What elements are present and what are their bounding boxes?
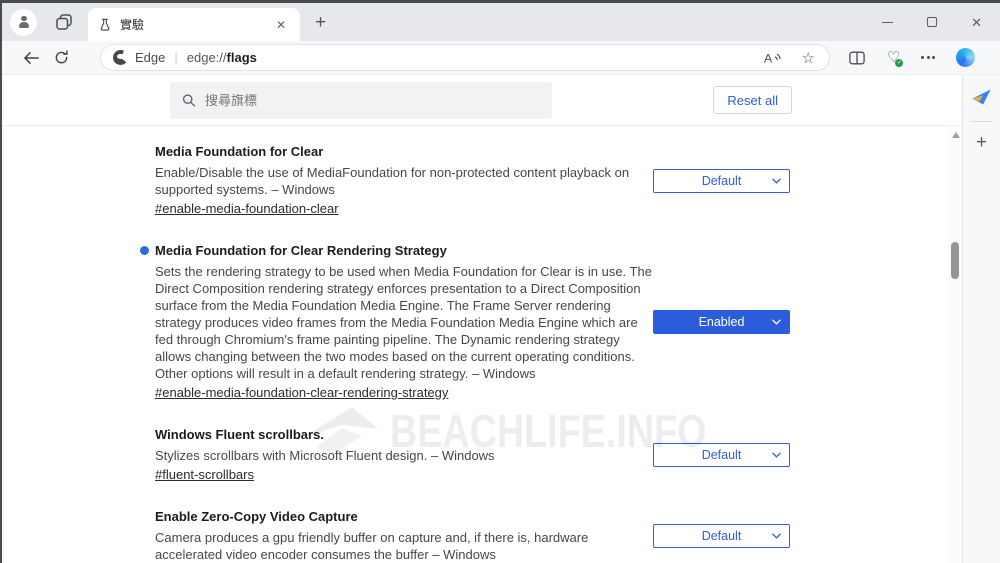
flag-row: Enable Zero-Copy Video Capture Camera pr… [155,508,790,563]
back-arrow-icon [23,51,40,65]
scroll-up-arrow-icon[interactable] [952,132,960,138]
maximize-button[interactable] [927,17,937,27]
flag-control: Enabled [653,310,790,334]
flask-icon [98,18,112,32]
url-host: flags [227,50,257,65]
essentials-check-badge: ✓ [895,59,903,67]
workspaces-button[interactable] [54,12,74,32]
flag-info: Media Foundation for Clear Enable/Disabl… [155,143,652,218]
flag-description: Camera produces a gpu friendly buffer on… [155,529,652,563]
dropdown-value: Default [702,174,742,188]
window-controls: ✕ [882,16,982,29]
flag-permalink[interactable]: #fluent-scrollbars [155,467,254,482]
read-aloud-icon[interactable]: A [764,51,782,65]
flag-row: Media Foundation for Clear Enable/Disabl… [155,143,790,218]
tab-strip: 實驗 ✕ + ✕ [2,3,1000,41]
reset-all-button[interactable]: Reset all [713,86,792,114]
refresh-icon [54,50,69,65]
flag-permalink[interactable]: #enable-media-foundation-clear-rendering… [155,385,448,400]
browser-window: 實驗 ✕ + ✕ Edge | edge:// flags [0,0,1000,563]
flags-list: Media Foundation for Clear Enable/Disabl… [2,126,962,563]
copilot-icon[interactable] [956,48,975,67]
sidebar-add-button[interactable]: + [976,133,987,152]
tab-close-icon[interactable]: ✕ [272,16,290,34]
workspaces-icon [54,12,74,32]
flag-description: Enable/Disable the use of MediaFoundatio… [155,164,652,198]
url-separator: | [174,50,177,65]
flag-info: Enable Zero-Copy Video Capture Camera pr… [155,508,652,563]
flag-value-dropdown[interactable]: Default [653,524,790,548]
flags-page: Reset all Media Foundation for Clear Ena… [2,75,962,563]
minimize-button[interactable] [882,22,893,23]
browser-essentials-icon[interactable]: ♡✓ [887,50,900,65]
tab-experiments[interactable]: 實驗 ✕ [88,8,300,41]
flag-title: Windows Fluent scrollbars. [155,426,652,443]
sidebar-divider [971,121,993,122]
page-scrollbar[interactable] [949,127,962,563]
split-screen-icon[interactable] [848,50,866,66]
chevron-down-icon [772,319,781,325]
dropdown-value: Enabled [699,315,745,329]
flag-value-dropdown[interactable]: Enabled [653,310,790,334]
chevron-down-icon [772,533,781,539]
flag-title: Media Foundation for Clear Rendering Str… [155,242,652,259]
flag-row: Media Foundation for Clear Rendering Str… [155,242,790,402]
window-close-button[interactable]: ✕ [971,16,982,29]
flag-control: Default [653,169,790,193]
flags-search-header: Reset all [2,75,962,126]
new-tab-button[interactable]: + [311,13,330,32]
chevron-down-icon [772,178,781,184]
settings-menu-icon[interactable] [921,56,935,59]
scrollbar-thumb[interactable] [951,242,959,279]
svg-text:A: A [764,51,773,64]
favorite-star-icon[interactable]: ☆ [802,49,815,67]
flag-description: Stylizes scrollbars with Microsoft Fluen… [155,447,652,464]
toolbar-actions: ♡✓ [848,48,975,67]
flag-info: Windows Fluent scrollbars. Stylizes scro… [155,426,652,484]
flag-title: Enable Zero-Copy Video Capture [155,508,652,525]
back-button[interactable] [16,51,46,65]
dropdown-value: Default [702,448,742,462]
search-box[interactable] [170,82,552,119]
flag-row: Windows Fluent scrollbars. Stylizes scro… [155,426,790,484]
site-name: Edge [135,50,165,65]
sidebar-drop-icon[interactable] [971,87,992,107]
url-scheme: edge:// [187,50,227,65]
flag-title: Media Foundation for Clear [155,143,652,160]
person-icon [17,16,30,29]
edge-sidebar: + [962,75,1000,563]
edge-logo-icon [113,50,128,65]
pill-actions: A ☆ [764,49,817,67]
flag-control: Default [653,443,790,467]
flag-description: Sets the rendering strategy to be used w… [155,263,652,382]
flag-control: Default [653,524,790,548]
search-input[interactable] [205,93,540,108]
address-bar: Edge | edge:// flags A ☆ ♡✓ [2,41,1000,75]
flag-value-dropdown[interactable]: Default [653,443,790,467]
flag-info: Media Foundation for Clear Rendering Str… [155,242,652,402]
tab-title: 實驗 [120,16,272,33]
chevron-down-icon [772,452,781,458]
url-field[interactable]: Edge | edge:// flags A ☆ [100,44,830,71]
search-icon [182,93,196,108]
refresh-button[interactable] [46,50,76,65]
flag-value-dropdown[interactable]: Default [653,169,790,193]
profile-avatar[interactable] [10,9,37,36]
flag-permalink[interactable]: #enable-media-foundation-clear [155,201,339,216]
modified-flag-dot [140,246,149,255]
page-area: Reset all Media Foundation for Clear Ena… [2,75,1000,563]
dropdown-value: Default [702,529,742,543]
